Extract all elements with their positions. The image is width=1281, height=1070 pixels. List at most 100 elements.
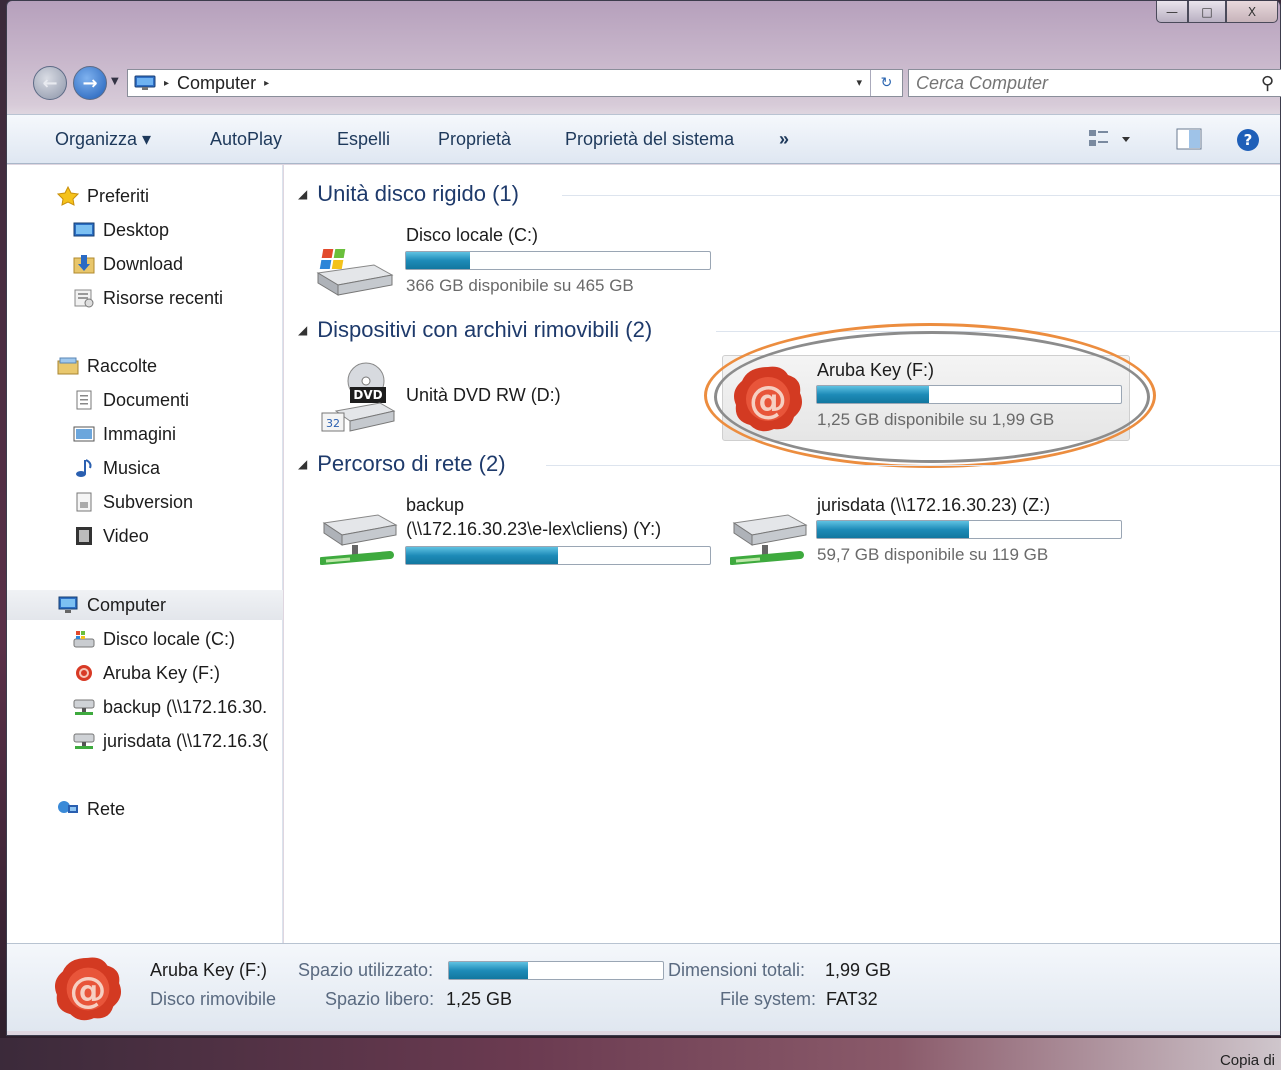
view-options-button[interactable]: [1087, 127, 1133, 155]
caption-buttons: — □ X: [1156, 1, 1278, 23]
maximize-icon: □: [1201, 4, 1213, 19]
forward-button[interactable]: →: [73, 66, 107, 100]
close-button[interactable]: X: [1226, 1, 1278, 23]
aruba-key-icon: @: [734, 366, 802, 432]
nav-network[interactable]: Rete: [57, 794, 125, 824]
breadcrumb-computer[interactable]: Computer: [177, 73, 256, 94]
nav-item-subversion[interactable]: Subversion: [73, 487, 193, 517]
nav-item-label: Desktop: [103, 219, 170, 240]
close-icon: X: [1247, 4, 1257, 19]
nav-item-video[interactable]: Video: [73, 521, 149, 551]
autoplay-button[interactable]: AutoPlay: [210, 129, 282, 150]
address-bar[interactable]: ▸ Computer ▸ ▾ ↻: [127, 69, 903, 97]
libraries-icon: [57, 357, 79, 375]
dvd-label: DVD: [353, 388, 382, 402]
nav-item-recent[interactable]: Risorse recenti: [73, 283, 223, 313]
details-free-label: Spazio libero:: [325, 989, 435, 1009]
details-usage-fill: [449, 962, 529, 979]
group-header-hard-disks[interactable]: ◢ Unità disco rigido (1): [298, 179, 519, 209]
maximize-button[interactable]: □: [1188, 1, 1226, 23]
help-button[interactable]: ?: [1235, 127, 1261, 157]
properties-button[interactable]: Proprietà: [438, 129, 511, 150]
organize-menu[interactable]: Organizza ▾: [55, 129, 151, 150]
search-box[interactable]: ⚲: [908, 69, 1281, 97]
drive-name: Unità DVD RW (D:): [406, 385, 561, 405]
nav-item-local-disk[interactable]: Disco locale (C:): [73, 624, 235, 654]
nav-item-backup[interactable]: backup (\\172.16.30.: [73, 692, 283, 722]
search-icon[interactable]: ⚲: [1261, 73, 1274, 94]
collapse-triangle-icon[interactable]: ◢: [298, 323, 307, 337]
drive-usage-bar: [816, 520, 1122, 539]
nav-libraries-label: Raccolte: [87, 355, 158, 376]
nav-item-music[interactable]: Musica: [73, 453, 160, 483]
drive-usage-fill: [406, 252, 470, 269]
nav-favorites[interactable]: Preferiti: [57, 181, 149, 211]
nav-item-label: Video: [103, 525, 149, 546]
nav-item-label: backup (\\172.16.30.: [103, 696, 268, 717]
navigation-bar: ← → ▼ ▸ Computer ▸ ▾ ↻ ⚲: [33, 65, 1281, 101]
address-dropdown-icon[interactable]: ▾: [856, 76, 862, 89]
details-free-value: 1,25 GB: [446, 989, 513, 1009]
nav-libraries[interactable]: Raccolte: [57, 351, 157, 381]
nav-computer[interactable]: Computer: [7, 590, 283, 620]
pictures-icon: [73, 426, 95, 442]
desktop-icon: [73, 222, 95, 237]
refresh-button[interactable]: ↻: [870, 70, 902, 96]
minimize-icon: —: [1166, 4, 1178, 19]
preview-pane-icon: [1176, 128, 1202, 150]
explorer-window: — □ X ← → ▼ ▸ Computer ▸ ▾ ↻ ⚲ Organizza…: [6, 0, 1281, 1036]
details-total-label: Dimensioni totali:: [668, 960, 806, 980]
collapse-triangle-icon[interactable]: ◢: [298, 187, 307, 201]
refresh-icon: ↻: [880, 75, 893, 91]
details-fs-label: File system:: [720, 989, 817, 1009]
nav-computer-label: Computer: [87, 594, 167, 615]
group-header-removable[interactable]: ◢ Dispositivi con archivi rimovibili (2): [298, 315, 652, 345]
drive-usage-fill: [817, 386, 930, 403]
drive-name: Aruba Key (F:): [817, 360, 935, 380]
nav-item-label: Musica: [103, 457, 161, 478]
details-name: Aruba Key (F:): [150, 960, 268, 980]
nav-favorites-label: Preferiti: [87, 185, 150, 206]
svg-text:@: @: [70, 969, 107, 1012]
minimize-button[interactable]: —: [1156, 1, 1188, 23]
group-title: Unità disco rigido (1): [317, 181, 519, 206]
nav-item-desktop[interactable]: Desktop: [73, 215, 169, 245]
preview-pane-button[interactable]: [1175, 127, 1203, 155]
search-input[interactable]: [916, 72, 1236, 94]
nav-item-pictures[interactable]: Immagini: [73, 419, 176, 449]
aruba-key-icon: [76, 665, 92, 681]
hard-drive-icon: [73, 631, 95, 648]
nav-item-label: Risorse recenti: [103, 287, 224, 308]
drive-usage-bar: [816, 385, 1122, 404]
video-icon: [76, 527, 92, 545]
details-fs-value: FAT32: [826, 989, 878, 1009]
group-divider: [546, 465, 1280, 466]
drive-name: backup: [406, 495, 465, 515]
nav-item-download[interactable]: Download: [73, 249, 183, 279]
back-button[interactable]: ←: [33, 66, 67, 100]
drive-usage-fill: [406, 547, 558, 564]
recent-pages-dropdown[interactable]: ▼: [111, 76, 119, 87]
nav-item-jurisdata[interactable]: jurisdata (\\172.16.3(: [73, 726, 283, 756]
breadcrumb-separator[interactable]: ▸: [164, 78, 169, 89]
group-header-network[interactable]: ◢ Percorso di rete (2): [298, 449, 506, 479]
network-drive-icon: [73, 733, 95, 749]
system-properties-button[interactable]: Proprietà del sistema: [565, 129, 734, 150]
nav-item-label: Documenti: [103, 389, 190, 410]
breadcrumb-separator[interactable]: ▸: [264, 78, 269, 89]
nav-item-label: Subversion: [103, 491, 194, 512]
eject-button[interactable]: Espelli: [337, 129, 390, 150]
nav-item-documents[interactable]: Documenti: [73, 385, 189, 415]
view-options-icon: [1089, 130, 1130, 146]
back-arrow-icon: ←: [42, 72, 58, 94]
nav-item-aruba-key[interactable]: Aruba Key (F:): [73, 658, 220, 688]
nav-network-label: Rete: [87, 798, 126, 819]
collapse-triangle-icon[interactable]: ◢: [298, 457, 307, 471]
details-used-label: Spazio utilizzato:: [298, 960, 434, 980]
more-commands-button[interactable]: »: [779, 129, 789, 150]
forward-arrow-icon: →: [82, 72, 98, 94]
drive-free-space: 59,7 GB disponibile su 119 GB: [817, 545, 1049, 564]
drive-usage-bar: [405, 251, 711, 270]
desktop-icon-label[interactable]: Copia di: [1220, 1052, 1275, 1069]
nav-item-label: Disco locale (C:): [103, 628, 236, 649]
